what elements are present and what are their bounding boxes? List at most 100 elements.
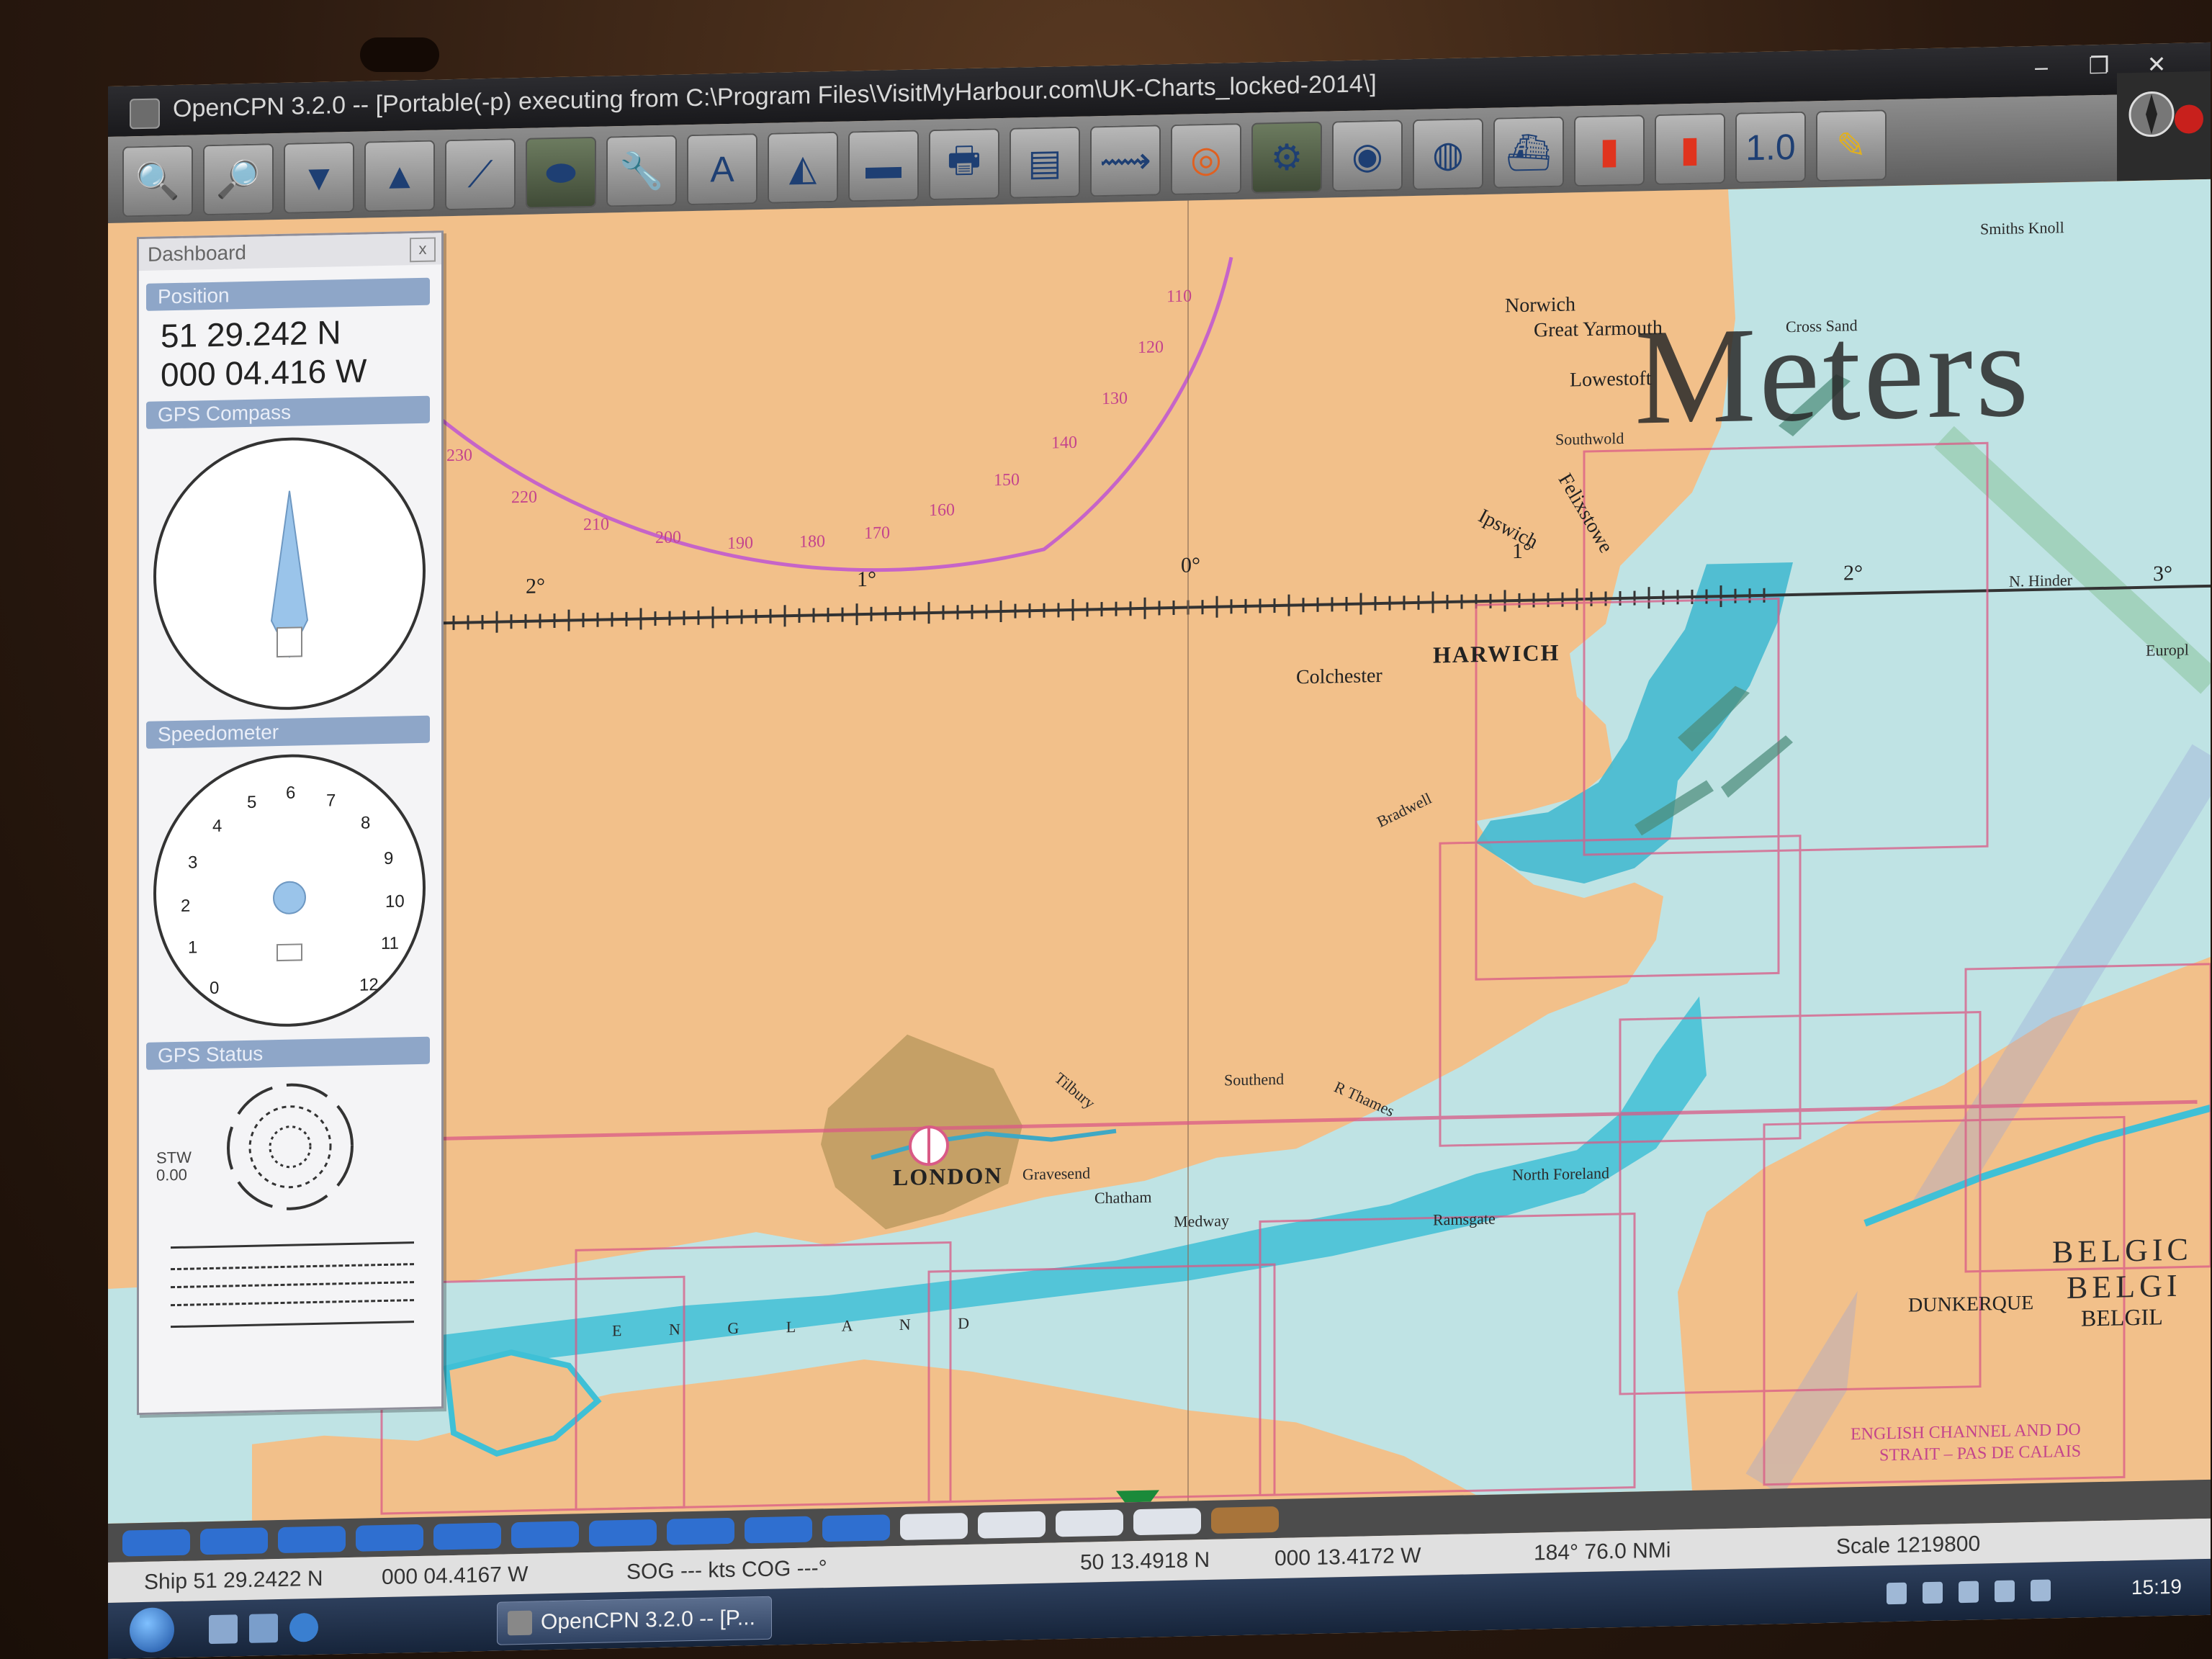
opencpn-taskbar-button[interactable]: OpenCPN 3.2.0 -- [P... bbox=[497, 1596, 772, 1645]
plugin-ais-button[interactable]: ⛴ bbox=[1493, 116, 1564, 189]
plugin-pencil-button[interactable]: ✎ bbox=[1816, 109, 1887, 182]
piano-key-white[interactable] bbox=[978, 1511, 1046, 1539]
tray-network-icon[interactable] bbox=[1887, 1582, 1907, 1605]
rose-number: 170 bbox=[864, 523, 890, 544]
plugin-1-0-button[interactable]: 1.0 bbox=[1735, 111, 1806, 184]
zoom-in-button[interactable]: 🔍 bbox=[122, 145, 193, 217]
plugin-red-1-button[interactable]: ▮ bbox=[1574, 114, 1645, 187]
place-belgium: BELGI bbox=[2067, 1267, 2182, 1306]
piano-key-blue[interactable] bbox=[356, 1524, 423, 1552]
show-desktop-icon[interactable] bbox=[209, 1614, 238, 1645]
zoom-out-icon: 🔎 bbox=[215, 158, 261, 200]
north-up-icon[interactable] bbox=[2117, 71, 2211, 167]
plugin-globe-button[interactable]: ◍ bbox=[1413, 117, 1483, 191]
man-overboard-button[interactable]: ◎ bbox=[1171, 123, 1241, 196]
toolbox-button[interactable]: 🔧 bbox=[606, 135, 677, 207]
speed-tick: 9 bbox=[384, 848, 394, 868]
piano-key-blue[interactable] bbox=[122, 1529, 190, 1557]
speed-tick: 4 bbox=[212, 816, 222, 836]
plugin-earth-button[interactable]: ◉ bbox=[1332, 120, 1403, 192]
plugin-earth-icon: ◉ bbox=[1352, 135, 1383, 176]
stw-label: STW bbox=[156, 1148, 192, 1167]
rose-number: 110 bbox=[1166, 287, 1192, 307]
longitude-label: 1° bbox=[857, 567, 876, 592]
piano-key-white[interactable] bbox=[900, 1512, 968, 1540]
place-southwold: Southwold bbox=[1555, 428, 1624, 449]
dashboard-panel[interactable]: Dashboard x Position 51 29.242 N 000 04.… bbox=[137, 230, 444, 1416]
webcam bbox=[360, 37, 439, 72]
print-button[interactable]: 🖶 bbox=[929, 128, 999, 201]
piano-key-white[interactable] bbox=[1133, 1508, 1201, 1536]
tray-security-icon[interactable] bbox=[1923, 1581, 1943, 1604]
internet-explorer-icon[interactable] bbox=[289, 1612, 318, 1642]
rose-number: 140 bbox=[1051, 433, 1077, 453]
rose-number: 220 bbox=[511, 487, 537, 508]
place-north-foreland: North Foreland bbox=[1512, 1164, 1610, 1184]
place-belgium: BELGIC bbox=[2052, 1231, 2193, 1270]
place-gravesend: Gravesend bbox=[1022, 1164, 1091, 1184]
plugin-grib-icon: ⚙ bbox=[1270, 137, 1303, 179]
ship-track-button[interactable]: ⬬ bbox=[526, 136, 596, 209]
position-longitude: 000 04.416 W bbox=[161, 351, 367, 394]
tide-button[interactable]: ▬ bbox=[848, 130, 919, 202]
longitude-label: 2° bbox=[526, 574, 545, 598]
piano-key-blue[interactable] bbox=[511, 1521, 579, 1549]
piano-key-blue[interactable] bbox=[667, 1517, 734, 1545]
man-overboard-icon: ◎ bbox=[1190, 138, 1222, 180]
rose-number: 160 bbox=[929, 500, 955, 521]
current-button[interactable]: ◭ bbox=[768, 131, 838, 204]
text-toggle-icon: A bbox=[710, 148, 734, 190]
minimize-button[interactable]: – bbox=[2016, 51, 2067, 82]
speed-tick: 10 bbox=[385, 891, 405, 912]
zoom-out-button[interactable]: 🔎 bbox=[203, 143, 274, 216]
compass-tool-corner bbox=[2117, 71, 2211, 181]
rose-number: 150 bbox=[994, 470, 1020, 490]
rose-number: 190 bbox=[727, 534, 753, 553]
gps-signal-bar bbox=[171, 1299, 414, 1307]
opencpn-app-icon bbox=[130, 98, 160, 130]
follow-ship-button[interactable]: ▲ bbox=[364, 140, 435, 212]
start-button[interactable] bbox=[130, 1607, 174, 1653]
longitude-label: 3° bbox=[2153, 561, 2172, 586]
chart-units-label: Meters bbox=[1635, 294, 2032, 454]
piano-key-blue[interactable] bbox=[822, 1514, 890, 1542]
chart-quilt-button[interactable]: ▼ bbox=[284, 141, 354, 214]
longitude-label: 0° bbox=[1181, 553, 1200, 577]
track-toggle-button[interactable]: ⟿ bbox=[1090, 125, 1161, 197]
dashboard-close-button[interactable]: x bbox=[410, 237, 436, 263]
rose-number: 230 bbox=[446, 446, 472, 466]
piano-key-blue[interactable] bbox=[200, 1527, 268, 1555]
track-toggle-icon: ⟿ bbox=[1100, 140, 1151, 182]
route-button[interactable]: ⟋ bbox=[445, 138, 516, 211]
piano-key-blue[interactable] bbox=[433, 1522, 501, 1550]
piano-key-brown[interactable] bbox=[1211, 1506, 1279, 1534]
cursor-bearing-distance: 184° 76.0 NMi bbox=[1534, 1538, 1671, 1565]
gps-compass-dial bbox=[153, 434, 426, 713]
piano-key-blue[interactable] bbox=[745, 1516, 812, 1544]
gps-satellite-icon bbox=[225, 1081, 355, 1213]
speed-tick: 6 bbox=[286, 783, 296, 803]
plugin-grib-button[interactable]: ⚙ bbox=[1251, 121, 1322, 194]
place-colchester: Colchester bbox=[1296, 664, 1382, 689]
position-latitude: 51 29.242 N bbox=[161, 313, 341, 355]
speed-tick: 0 bbox=[210, 978, 220, 999]
cursor-longitude: 000 13.4172 W bbox=[1274, 1543, 1421, 1571]
rose-number: 120 bbox=[1138, 338, 1164, 358]
piano-key-blue[interactable] bbox=[589, 1519, 657, 1547]
window-switcher-icon[interactable] bbox=[249, 1614, 278, 1643]
plugin-red-2-button[interactable]: ▮ bbox=[1655, 112, 1725, 186]
opencpn-taskbar-label: OpenCPN 3.2.0 -- [P... bbox=[541, 1606, 755, 1635]
piano-key-white[interactable] bbox=[1056, 1509, 1123, 1537]
compass-needle-icon bbox=[270, 490, 309, 658]
route-manager-button[interactable]: ▤ bbox=[1010, 126, 1080, 199]
zoom-in-icon: 🔍 bbox=[135, 160, 181, 202]
text-toggle-button[interactable]: A bbox=[687, 133, 757, 206]
rose-number: 130 bbox=[1102, 389, 1128, 409]
tray-sound-icon[interactable] bbox=[1995, 1580, 2015, 1603]
tray-usb-icon[interactable] bbox=[2031, 1579, 2051, 1602]
taskbar-clock: 15:19 bbox=[2131, 1575, 2182, 1599]
place-great-yarmouth: Great Yarmouth bbox=[1534, 316, 1663, 342]
route-icon: ⟋ bbox=[467, 153, 493, 195]
piano-key-blue[interactable] bbox=[278, 1526, 346, 1554]
tray-power-icon[interactable] bbox=[1959, 1581, 1979, 1604]
